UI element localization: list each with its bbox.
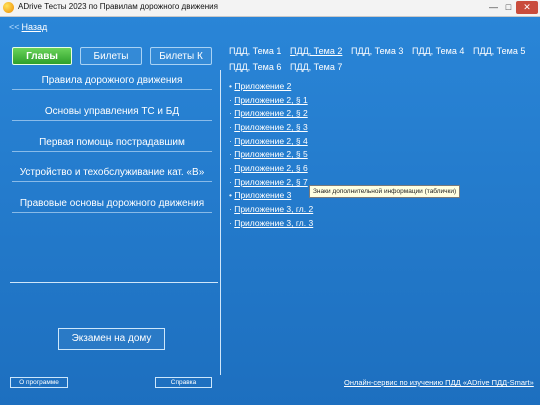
tree-item[interactable]: · Приложение 2, § 1 bbox=[229, 95, 308, 105]
close-button[interactable]: ✕ bbox=[516, 1, 538, 14]
window-title: ADrive Тесты 2023 по Правилам дорожного … bbox=[18, 2, 218, 11]
topic-link-3[interactable]: ПДД, Тема 3 bbox=[351, 46, 403, 56]
chapter-item[interactable]: Устройство и техобслуживание кат. «B» bbox=[12, 167, 212, 182]
bullet-icon: · bbox=[229, 177, 232, 187]
chapter-underline bbox=[12, 181, 212, 182]
tree-item[interactable]: · Приложение 2, § 2 bbox=[229, 108, 308, 118]
bullet-icon: · bbox=[229, 204, 232, 214]
tree-item[interactable]: · Приложение 3, гл. 2 bbox=[229, 204, 313, 214]
tab-tickets[interactable]: Билеты bbox=[80, 47, 142, 65]
chapter-underline bbox=[12, 120, 212, 121]
chapter-label: Основы управления ТС и БД bbox=[44, 106, 180, 117]
chapter-label: Устройство и техобслуживание кат. «B» bbox=[19, 167, 205, 178]
about-button[interactable]: О программе bbox=[10, 377, 68, 388]
topic-link-5[interactable]: ПДД, Тема 5 bbox=[473, 46, 525, 56]
bullet-icon: · bbox=[229, 95, 232, 105]
app-logo-icon bbox=[3, 2, 14, 13]
tooltip: Знаки дополнительной информации (табличк… bbox=[309, 185, 461, 198]
help-button[interactable]: Справка bbox=[155, 377, 212, 388]
chapter-label: Правила дорожного движения bbox=[41, 75, 183, 86]
bullet-icon: · bbox=[229, 163, 232, 173]
bullet-icon: • bbox=[229, 81, 232, 91]
bullet-icon: · bbox=[229, 149, 232, 159]
bullet-icon: · bbox=[229, 218, 232, 228]
tree-item[interactable]: · Приложение 2, § 5 bbox=[229, 149, 308, 159]
topic-link-1[interactable]: ПДД, Тема 1 bbox=[229, 46, 281, 56]
bullet-icon: · bbox=[229, 136, 232, 146]
back-button[interactable]: << Назад bbox=[9, 22, 47, 32]
back-label: Назад bbox=[21, 22, 48, 32]
panel-divider bbox=[220, 70, 221, 375]
tab-tickets-k[interactable]: Билеты К bbox=[150, 47, 212, 65]
double-chevron-left-icon: << bbox=[9, 22, 20, 32]
tree-item-label: Приложение 3 bbox=[234, 190, 292, 200]
chapter-item[interactable]: Первая помощь пострадавшим bbox=[12, 137, 212, 152]
online-service-link[interactable]: Онлайн-сервис по изучению ПДД «ADrive ПД… bbox=[344, 378, 534, 387]
tree-item[interactable]: · Приложение 2, § 4 bbox=[229, 136, 308, 146]
topic-link-6[interactable]: ПДД, Тема 6 bbox=[229, 62, 281, 72]
tab-chapters[interactable]: Главы bbox=[12, 47, 72, 65]
title-bar: ADrive Тесты 2023 по Правилам дорожного … bbox=[0, 0, 540, 17]
tree-item-label: Приложение 2, § 5 bbox=[234, 149, 308, 159]
chapter-underline bbox=[12, 212, 212, 213]
topic-link-4[interactable]: ПДД, Тема 4 bbox=[412, 46, 464, 56]
chapter-label: Правовые основы дорожного движения bbox=[19, 198, 205, 209]
tree-item-label: Приложение 3, гл. 3 bbox=[234, 218, 314, 228]
tree-item[interactable]: · Приложение 2, § 7 bbox=[229, 177, 308, 187]
tree-item-label: Приложение 2, § 6 bbox=[234, 163, 308, 173]
exam-at-home-button[interactable]: Экзамен на дому bbox=[58, 328, 165, 350]
tree-item-label: Приложение 2, § 4 bbox=[234, 136, 308, 146]
chapter-underline bbox=[12, 151, 212, 152]
chapter-item[interactable]: Основы управления ТС и БД bbox=[12, 106, 212, 121]
tree-item-label: Приложение 2 bbox=[234, 81, 292, 91]
tree-item[interactable]: • Приложение 3 bbox=[229, 190, 291, 200]
chapter-item[interactable]: Правила дорожного движения bbox=[12, 75, 212, 90]
bullet-icon: · bbox=[229, 122, 232, 132]
tree-item[interactable]: · Приложение 2, § 6 bbox=[229, 163, 308, 173]
maximize-button[interactable]: □ bbox=[501, 1, 516, 14]
tree-item-label: Приложение 2, § 3 bbox=[234, 122, 308, 132]
tree-item-label: Приложение 2, § 7 bbox=[234, 177, 308, 187]
chapter-item[interactable]: Правовые основы дорожного движения bbox=[12, 198, 212, 213]
chapter-label: Первая помощь пострадавшим bbox=[39, 137, 185, 148]
topic-link-7[interactable]: ПДД, Тема 7 bbox=[290, 62, 342, 72]
tree-item-label: Приложение 2, § 1 bbox=[234, 95, 308, 105]
tree-item-label: Приложение 3, гл. 2 bbox=[234, 204, 314, 214]
tree-item[interactable]: · Приложение 3, гл. 3 bbox=[229, 218, 313, 228]
left-divider bbox=[10, 282, 218, 283]
chapter-underline bbox=[12, 89, 212, 90]
minimize-button[interactable]: — bbox=[486, 1, 501, 14]
tree-item-label: Приложение 2, § 2 bbox=[234, 108, 308, 118]
tree-item[interactable]: · Приложение 2, § 3 bbox=[229, 122, 308, 132]
bullet-icon: · bbox=[229, 108, 232, 118]
bullet-icon: • bbox=[229, 190, 232, 200]
topic-link-2[interactable]: ПДД, Тема 2 bbox=[290, 46, 342, 56]
tree-item[interactable]: • Приложение 2 bbox=[229, 81, 291, 91]
app-window: ADrive Тесты 2023 по Правилам дорожного … bbox=[0, 0, 540, 405]
